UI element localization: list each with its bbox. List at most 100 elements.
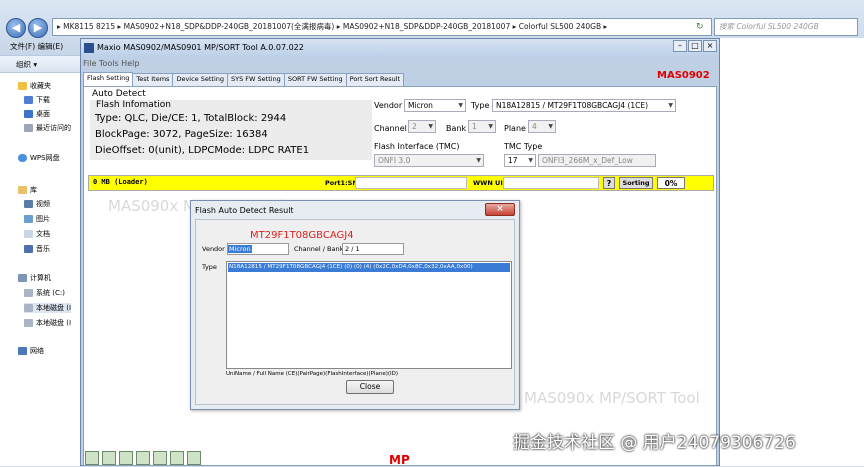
tab-sys-fw-setting[interactable]: SYS FW Setting <box>227 73 285 86</box>
channel-select[interactable]: 2 ▼ <box>408 120 436 133</box>
dialog-body: MT29F1T08GBCAGJ4 Vendor Micron Channel /… <box>195 219 515 405</box>
tab-test-items[interactable]: Test Items <box>132 73 174 86</box>
recent-icon <box>24 124 33 132</box>
drive-icon <box>24 319 33 327</box>
download-icon <box>24 96 33 104</box>
nav-wps[interactable]: WPS网盘 <box>18 153 60 163</box>
minimize-icon[interactable]: – <box>673 40 687 52</box>
nav-videos[interactable]: 视频 <box>24 199 50 209</box>
chevron-down-icon: ▼ <box>476 157 481 164</box>
tmc-number-select[interactable]: 17 ▼ <box>504 154 536 167</box>
tab-port-sort-result[interactable]: Port Sort Result <box>345 73 405 86</box>
dialog-channel-bank-field[interactable]: 2 / 1 <box>342 243 404 255</box>
picture-icon <box>24 215 33 223</box>
nav-system-c[interactable]: 系统 (C:) <box>24 288 65 298</box>
nav-pictures[interactable]: 图片 <box>24 214 50 224</box>
nav-music[interactable]: 音乐 <box>24 244 50 254</box>
nav-local-disk-1[interactable]: 本地磁盘 (I <box>24 303 72 313</box>
drive-icon <box>24 289 33 297</box>
desktop-icon <box>24 110 33 118</box>
plane-label: Plane <box>504 124 526 133</box>
navigation-pane: 收藏夹 下载 桌面 最近访问的 WPS网盘 库 视频 图片 文档 音乐 计算机 … <box>0 73 82 466</box>
close-icon[interactable]: × <box>703 40 717 52</box>
organize-button[interactable]: 组织 ▾ <box>16 59 37 70</box>
cloud-icon <box>18 154 27 162</box>
tool-icon[interactable] <box>187 451 201 465</box>
address-bar[interactable]: ▸ MK8115 8215 ▸ MAS0902+N18_SDP&DDP-240G… <box>52 18 712 36</box>
port-sn-field[interactable] <box>355 177 467 189</box>
dialog-vendor-field[interactable]: Micron <box>227 243 289 255</box>
mp-mode-label: MP <box>389 453 410 467</box>
flash-interface-select[interactable]: ONFI 3.0 ▼ <box>374 154 484 167</box>
tab-sort-fw-setting[interactable]: SORT FW Setting <box>283 73 347 86</box>
tool-icon[interactable] <box>119 451 133 465</box>
close-button[interactable]: Close <box>346 380 394 394</box>
tool-icon[interactable] <box>85 451 99 465</box>
sorting-button[interactable]: Sorting <box>619 177 653 189</box>
nav-downloads[interactable]: 下载 <box>24 95 50 105</box>
list-item[interactable]: N18A12815 / MT29F1T08GBCAGJ4 (1CE) (0) (… <box>228 263 510 272</box>
tool-icon[interactable] <box>136 451 150 465</box>
dialog-type-label: Type <box>202 263 217 271</box>
chevron-down-icon: ▼ <box>668 102 673 109</box>
progress-percent: 0% <box>657 177 685 189</box>
nav-recent[interactable]: 最近访问的 <box>24 123 71 133</box>
dialog-channel-bank-label: Channel / Bank <box>294 245 344 253</box>
library-icon <box>18 186 27 194</box>
dialog-footer-legend: UniName / Full Name (CE)(PairPage)(Flash… <box>226 371 399 377</box>
port-status-text: 0 MB (Loader) <box>93 178 148 186</box>
bank-label: Bank <box>446 124 467 133</box>
type-label: Type <box>471 101 490 110</box>
chevron-down-icon: ▼ <box>548 123 553 130</box>
chevron-down-icon: ▼ <box>528 157 533 164</box>
document-icon <box>24 230 33 238</box>
wwn-uid-field[interactable] <box>503 177 599 189</box>
tool-icon[interactable] <box>153 451 167 465</box>
plane-select[interactable]: 4 ▼ <box>528 120 556 133</box>
detected-part-number: MT29F1T08GBCAGJ4 <box>250 230 354 241</box>
maximize-icon[interactable]: □ <box>688 40 702 52</box>
music-icon <box>24 245 33 253</box>
chevron-down-icon: ▼ <box>488 123 493 130</box>
refresh-icon[interactable]: ↻ <box>696 20 708 34</box>
back-button[interactable]: ◀ <box>6 18 26 38</box>
nav-documents[interactable]: 文档 <box>24 229 50 239</box>
port-sn-label: Port1:SN <box>325 179 358 187</box>
nav-desktop[interactable]: 桌面 <box>24 109 50 119</box>
nav-local-disk-2[interactable]: 本地磁盘 (I <box>24 318 71 328</box>
search-input[interactable]: 搜索 Colorful SL500 240GB <box>714 18 858 36</box>
vendor-label: Vendor <box>374 101 403 110</box>
forward-button[interactable]: ▶ <box>28 18 48 38</box>
tab-strip: Flash Setting Test Items Device Setting SYS… <box>83 72 405 86</box>
pane-watermark: MAS090x MP/SORT Tool <box>524 389 700 407</box>
nav-libraries[interactable]: 库 <box>18 185 37 195</box>
dialog-title: Flash Auto Detect Result <box>195 206 294 215</box>
bottom-toolbar <box>85 451 204 467</box>
flash-info-box: Flash Infomation Type: QLC, Die/CE: 1, T… <box>90 100 372 160</box>
tab-flash-setting[interactable]: Flash Setting <box>83 72 134 86</box>
nav-favorites[interactable]: 收藏夹 <box>18 81 51 91</box>
tmc-type-label: TMC Type <box>504 142 543 151</box>
dialog-close-icon[interactable]: × <box>485 203 515 216</box>
tab-device-setting[interactable]: Device Setting <box>172 73 229 86</box>
channel-label: Channel <box>374 124 407 133</box>
type-select[interactable]: N18A12815 / MT29F1T08GBCAGJ4 (1CE) ▼ <box>492 99 676 112</box>
computer-icon <box>18 274 27 282</box>
tool-icon[interactable] <box>102 451 116 465</box>
flash-info-title: Flash Infomation <box>96 100 172 110</box>
help-button[interactable]: ? <box>603 177 615 189</box>
explorer-menu[interactable]: 文件(F) 编辑(E) <box>10 40 90 54</box>
flash-detect-dialog: Flash Auto Detect Result × MT29F1T08GBCA… <box>190 200 520 410</box>
dialog-vendor-label: Vendor <box>202 245 225 253</box>
vendor-select[interactable]: Micron ▼ <box>404 99 466 112</box>
tool-icon[interactable] <box>170 451 184 465</box>
nav-computer[interactable]: 计算机 <box>18 273 51 283</box>
nav-network[interactable]: 网络 <box>18 346 44 356</box>
dialog-type-list[interactable]: N18A12815 / MT29F1T08GBCAGJ4 (1CE) (0) (… <box>226 261 512 369</box>
drive-icon <box>24 304 33 312</box>
app-menubar[interactable]: File Tools Help <box>83 58 139 70</box>
flash-info-line: BlockPage: 3072, PageSize: 16384 <box>95 129 268 140</box>
bank-select[interactable]: 1 ▼ <box>468 120 496 133</box>
app-logo-icon <box>84 43 94 53</box>
tmc-type-field[interactable]: ONFI3_266M_x_Def_Low <box>538 154 656 167</box>
